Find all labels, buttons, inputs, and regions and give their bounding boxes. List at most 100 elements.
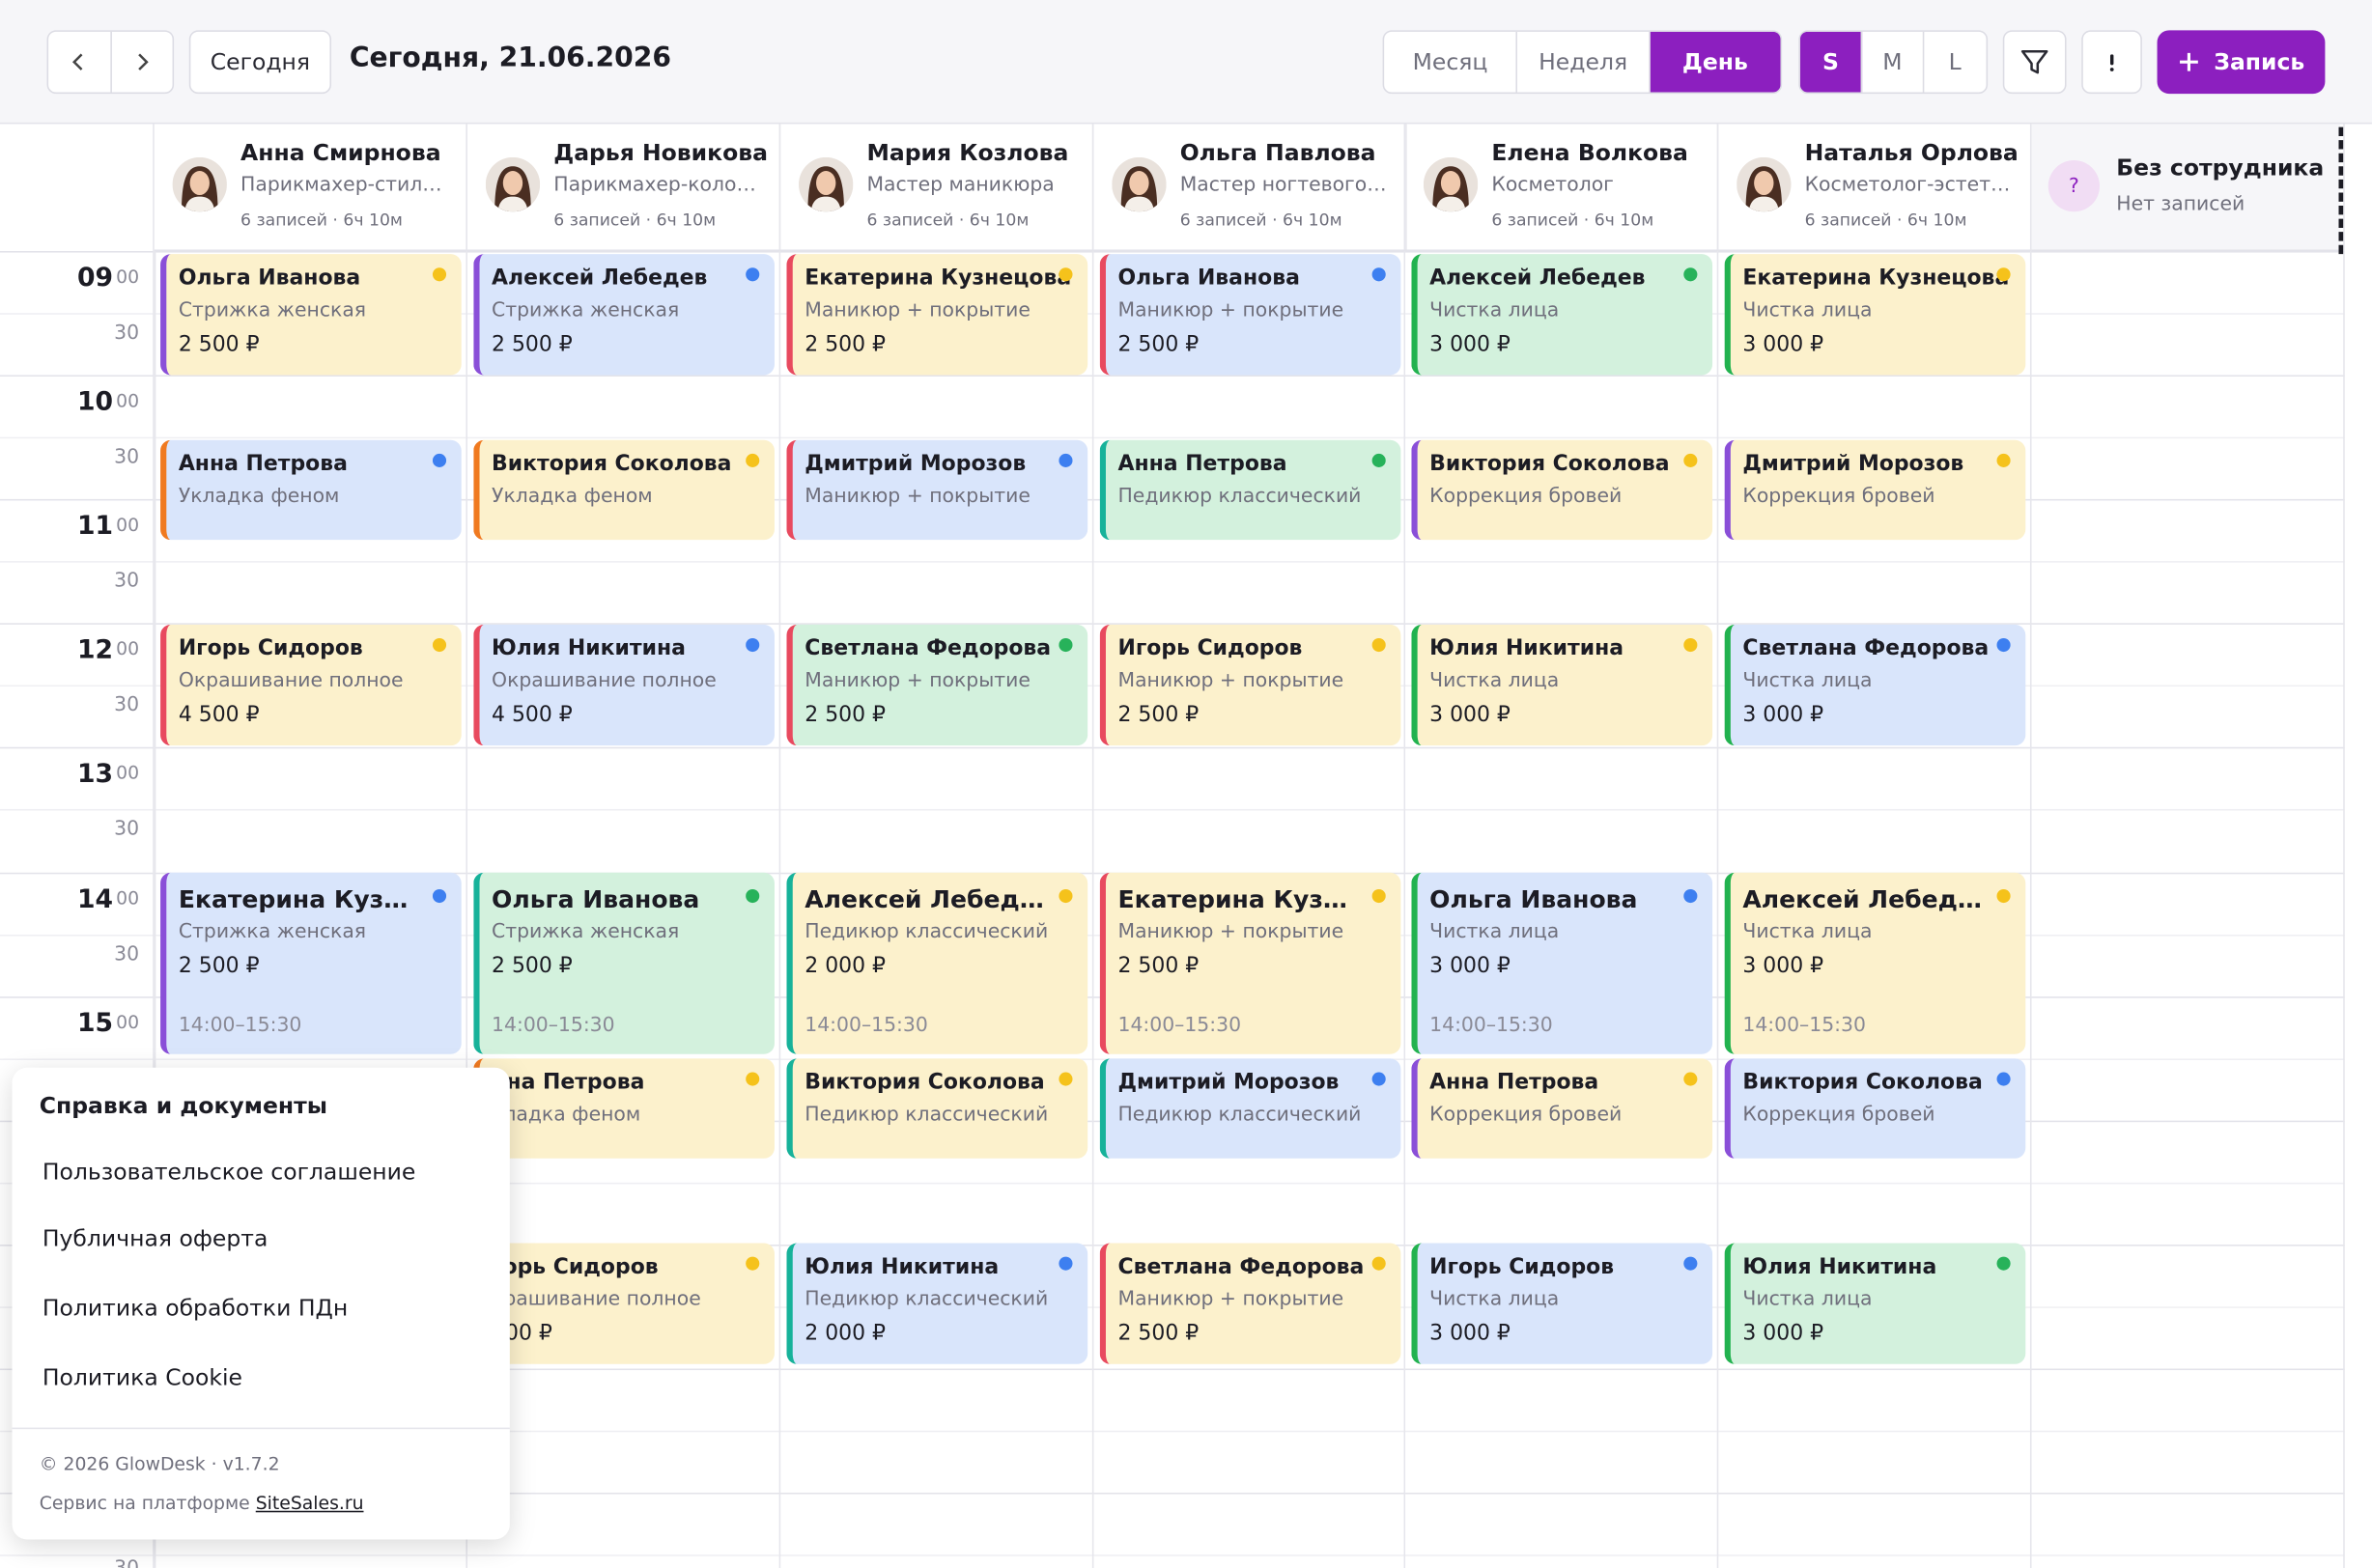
status-dot <box>1059 888 1073 904</box>
privacy-policy-link[interactable]: Политика обработки ПДн <box>42 1295 348 1322</box>
price: 3 000 ₽ <box>1429 954 1511 979</box>
price: 2 000 ₽ <box>805 1321 886 1347</box>
appointment-card[interactable]: Юлия Никитина Педикюр классический 2 000 ₽ <box>786 1243 1088 1364</box>
service-name: Маникюр + покрытие <box>805 299 1031 322</box>
view-day-tab[interactable]: День <box>1650 31 1781 93</box>
hour-minutes: 00 <box>116 266 140 288</box>
appointment-card[interactable]: Игорь Сидоров Чистка лица 3 000 ₽ <box>1411 1243 1713 1364</box>
appointment-card[interactable]: Анна Петрова Укладка феном <box>160 439 462 541</box>
view-week-tab[interactable]: Неделя <box>1518 31 1651 93</box>
hour-minutes: 00 <box>116 638 140 660</box>
hour-minutes: 00 <box>116 1011 140 1033</box>
appointment-card[interactable]: Юлия Никитина Чистка лица 3 000 ₽ <box>1724 1243 2026 1364</box>
staff-column-header[interactable]: Елена Волкова Косметолог 6 записей · 6ч 10… <box>1405 124 1719 252</box>
price: 2 500 ₽ <box>805 332 886 357</box>
staff-stats: 6 записей · 6ч 10м <box>1179 210 1342 231</box>
client-name: Ольга Иванова <box>1429 884 1638 914</box>
sitesales-link[interactable]: SiteSales.ru <box>256 1493 364 1514</box>
status-dot <box>1996 453 2011 467</box>
staff-role: Косметолог <box>1491 174 1614 197</box>
appointment-card[interactable]: Дмитрий Морозов Коррекция бровей <box>1724 439 2026 541</box>
price: 2 500 ₽ <box>178 332 260 357</box>
appointment-card[interactable]: Виктория Соколова Коррекция бровей <box>1411 439 1713 541</box>
appointment-card[interactable]: Игорь Сидоров Маникюр + покрытие 2 500 ₽ <box>1099 624 1401 746</box>
half-hour-label: 30 <box>114 694 140 717</box>
appointment-card[interactable]: Анна Петрова Коррекция бровей <box>1411 1058 1713 1159</box>
service-name: Укладка феном <box>178 485 340 509</box>
size-l-tab[interactable]: L <box>1924 32 1987 93</box>
appointment-card[interactable]: Светлана Федорова Чистка лица 3 000 ₽ <box>1724 624 2026 746</box>
appointment-card[interactable]: ина Петрова кладка феном <box>473 1058 775 1159</box>
appointment-card[interactable]: Юлия Никитина Окрашивание полное 4 500 ₽ <box>473 624 775 746</box>
appointment-card[interactable]: Алексей Лебедев Чистка лица 3 000 ₽ 14:00–1… <box>1724 872 2026 1054</box>
status-dot <box>432 888 447 904</box>
appointment-card[interactable]: Алексей Лебедев Чистка лица 3 000 ₽ <box>1411 254 1713 376</box>
grid-line <box>0 375 2345 378</box>
time-range: 14:00–15:30 <box>178 1014 302 1038</box>
appointment-card[interactable]: Виктория Соколова Укладка феном <box>473 439 775 541</box>
appointment-card[interactable]: Дмитрий Морозов Маникюр + покрытие <box>786 439 1088 541</box>
service-name: Коррекция бровей <box>1742 1104 1935 1127</box>
client-name: Светлана Федорова <box>1117 1255 1365 1280</box>
price: 2 500 ₽ <box>1117 332 1200 357</box>
service-name: Окрашивание полное <box>492 669 717 693</box>
appointment-card[interactable]: Екатерина Кузнецова Чистка лица 3 000 ₽ <box>1724 254 2026 376</box>
appointment-card[interactable]: Игорь Сидоров Окрашивание полное 4 500 ₽ <box>160 624 462 746</box>
appointment-card[interactable]: Анна Петрова Педикюр классический <box>1099 439 1401 541</box>
appointment-card[interactable]: Дмитрий Морозов Педикюр классический <box>1099 1058 1401 1159</box>
grid-line <box>0 747 2345 749</box>
appointment-card[interactable]: Екатерина Кузнецова Маникюр + покрытие 2 5… <box>786 254 1088 376</box>
user-agreement-link[interactable]: Пользовательское соглашение <box>42 1159 416 1186</box>
today-button[interactable]: Сегодня <box>188 30 332 95</box>
chevron-left-icon <box>72 53 83 70</box>
appointment-card[interactable]: Юлия Никитина Чистка лица 3 000 ₽ <box>1411 624 1713 746</box>
add-appointment-button[interactable]: Запись <box>2157 30 2326 95</box>
prev-button[interactable] <box>48 31 112 93</box>
client-name: Алексей Лебедев <box>1742 884 1985 914</box>
filter-button[interactable] <box>2002 30 2067 95</box>
staff-column-header[interactable]: Анна Смирнова Парикмахер-стилист 6 записей… <box>154 124 467 252</box>
appointment-card[interactable]: Светлана Федорова Маникюр + покрытие 2 500… <box>1099 1243 1401 1364</box>
size-m-tab[interactable]: M <box>1863 31 1924 93</box>
appointment-card[interactable]: Ольга Иванова Маникюр + покрытие 2 500 ₽ <box>1099 254 1401 376</box>
status-dot <box>1683 637 1698 653</box>
size-s-tab[interactable]: S <box>1799 31 1863 93</box>
no-staff-column-header[interactable]: ? Без сотрудника Нет записей <box>2031 124 2341 252</box>
appointment-card[interactable]: Ольга Иванова Стрижка женская 2 500 ₽ 14:00… <box>473 872 775 1054</box>
client-name: Виктория Соколова <box>1742 1070 1983 1096</box>
appointment-card[interactable]: Екатерина Кузнецо... Маникюр + покрытие 2 … <box>1099 872 1401 1054</box>
client-name: Анна Петрова <box>1117 452 1287 477</box>
hour-minutes: 00 <box>116 514 140 536</box>
appointment-card[interactable]: Ольга Иванова Стрижка женская 2 500 ₽ <box>160 254 462 376</box>
next-button[interactable] <box>111 32 172 93</box>
appointment-card[interactable]: Виктория Соколова Коррекция бровей <box>1724 1058 2026 1159</box>
info-button[interactable] <box>2081 30 2142 95</box>
view-month-tab[interactable]: Месяц <box>1384 31 1518 93</box>
appointment-card[interactable]: Алексей Лебедев Педикюр классический 2 000… <box>786 872 1088 1054</box>
no-staff-meta: Нет записей <box>2116 193 2245 216</box>
status-dot <box>1371 637 1386 653</box>
hour-label: 10 00 <box>77 387 139 417</box>
staff-column-header[interactable]: Ольга Павлова Мастер ногтевого с... 6 запи… <box>1093 124 1407 252</box>
staff-role: Косметолог-эстетист <box>1804 174 2017 197</box>
appointment-card[interactable]: Екатерина Кузнецо... Стрижка женская 2 500… <box>160 872 462 1054</box>
staff-column-header[interactable]: Мария Козлова Мастер маникюра 6 записей · … <box>780 124 1094 252</box>
appointment-card[interactable]: Ольга Иванова Чистка лица 3 000 ₽ 14:00–15:… <box>1411 872 1713 1054</box>
staff-column-header[interactable]: Дарья Новикова Парикмахер-колор... 6 запис… <box>466 124 781 252</box>
time-range: 14:00–15:30 <box>805 1014 928 1038</box>
service-name: Стрижка женская <box>178 920 367 944</box>
appointment-card[interactable]: Виктория Соколова Педикюр классический <box>786 1058 1088 1159</box>
public-offer-link[interactable]: Публичная оферта <box>42 1225 268 1252</box>
client-name: Дмитрий Морозов <box>1742 452 1964 477</box>
service-name: Маникюр + покрытие <box>805 669 1031 693</box>
service-name: кладка феном <box>492 1104 641 1127</box>
appointment-card[interactable]: горь Сидоров крашивание полное 500 ₽ <box>473 1243 775 1364</box>
cookie-policy-link[interactable]: Политика Cookie <box>42 1364 242 1391</box>
appointment-card[interactable]: Алексей Лебедев Стрижка женская 2 500 ₽ <box>473 254 775 376</box>
column-divider <box>1716 124 1719 1568</box>
appointment-card[interactable]: Светлана Федорова Маникюр + покрытие 2 500… <box>786 624 1088 746</box>
staff-column-header[interactable]: Наталья Орлова Косметолог-эстетист 6 запис… <box>1718 124 2032 252</box>
price: 2 500 ₽ <box>1117 1321 1200 1347</box>
price: 3 000 ₽ <box>1742 1321 1824 1347</box>
staff-stats: 6 записей · 6ч 10м <box>1804 210 1967 231</box>
